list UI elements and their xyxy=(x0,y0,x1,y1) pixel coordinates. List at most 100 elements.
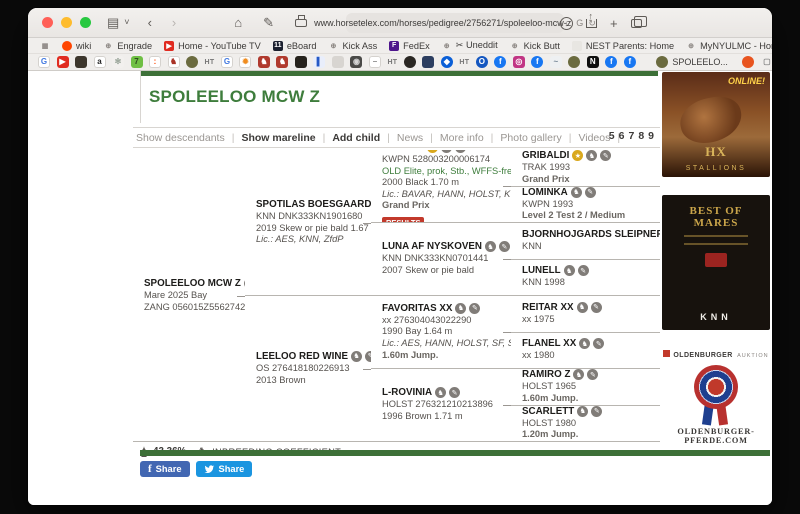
best-of-mares-ad[interactable]: BEST OF MARES KNN xyxy=(662,195,770,330)
sport-icon[interactable]: ♞ xyxy=(577,302,588,313)
address-bar[interactable]: www.horsetelex.com/horses/pedigree/27562… xyxy=(346,13,564,33)
zoom-window-button[interactable] xyxy=(80,17,91,28)
ht-favicon[interactable]: HT xyxy=(387,59,397,66)
n-favicon[interactable]: N xyxy=(587,56,599,68)
google-favicon[interactable]: G xyxy=(221,56,233,68)
bookmark-youtube-tv[interactable]: ▶Home - YouTube TV xyxy=(164,41,261,51)
nav-show-descendants[interactable]: Show descendants xyxy=(136,132,241,144)
minus-favicon[interactable]: – xyxy=(369,56,381,68)
bookmark-eboard[interactable]: 11eBoard xyxy=(273,41,317,51)
edit-icon[interactable]: ✎ xyxy=(499,241,510,252)
sport-icon[interactable]: ♞ xyxy=(577,406,588,417)
horse-link-flanel[interactable]: FLANEL XX xyxy=(522,338,576,349)
sport-icon[interactable]: ♞ xyxy=(564,265,575,276)
sport-icon[interactable]: ♞ xyxy=(485,241,496,252)
green-seven-favicon[interactable]: 7 xyxy=(131,56,143,68)
bookmark-nest-parents[interactable]: NEST Parents: Home xyxy=(572,41,674,51)
horse-link-scarlett[interactable]: SCARLETT xyxy=(522,406,574,417)
facebook-share-button[interactable]: f Share xyxy=(140,461,190,477)
tab-overview-button[interactable] xyxy=(631,19,642,28)
dark-favicon[interactable] xyxy=(295,56,307,68)
stallions-ad[interactable]: ONLINE! HX STALLIONS xyxy=(662,72,770,177)
nav-add-child[interactable]: Add child xyxy=(332,132,397,144)
home-button[interactable]: ⌂ xyxy=(234,16,242,29)
oldenburger-ad[interactable]: OLDENBURGER AUKTION OLDENBURGER- PFERDE.… xyxy=(662,342,770,450)
downloads-button[interactable]: ↓ xyxy=(560,17,573,30)
edit-icon[interactable]: ✎ xyxy=(587,369,598,380)
forward-button[interactable]: › xyxy=(172,16,176,29)
amazon-favicon[interactable]: a xyxy=(94,56,106,68)
medal-icon[interactable]: ★ xyxy=(572,150,583,161)
edit-icon[interactable]: ✎ xyxy=(585,187,596,198)
google-favicon[interactable]: G xyxy=(38,56,50,68)
generation-page-6[interactable]: 6 xyxy=(619,130,625,142)
horse-link-spotilas[interactable]: SPOTILAS BOESGAARD xyxy=(256,199,371,210)
youtube-favicon[interactable]: ▶ xyxy=(57,56,69,68)
horse-link-luna[interactable]: LUNA AF NYSKOVEN xyxy=(382,241,482,252)
gray-favicon[interactable] xyxy=(332,56,344,68)
edit-icon[interactable]: ✎ xyxy=(591,302,602,313)
sun-favicon[interactable]: ✹ xyxy=(239,56,251,68)
compose-icon[interactable]: ✎ xyxy=(263,16,274,29)
instagram-favicon[interactable]: ◎ xyxy=(513,56,525,68)
ht-favicon[interactable]: HT xyxy=(205,59,215,66)
olive-favicon[interactable] xyxy=(568,56,580,68)
nav-more-info[interactable]: More info xyxy=(440,132,501,144)
edit-icon[interactable]: ✎ xyxy=(593,338,604,349)
bookmark-fedex[interactable]: FFedEx xyxy=(389,41,430,51)
edit-icon[interactable]: ✎ xyxy=(600,150,611,161)
share-button[interactable] xyxy=(586,19,597,28)
generation-page-5[interactable]: 5 xyxy=(609,130,615,142)
minimize-window-button[interactable] xyxy=(61,17,72,28)
facebook-favicon[interactable]: f xyxy=(531,56,543,68)
sport-icon[interactable]: ♞ xyxy=(455,303,466,314)
horse-link-totilas[interactable]: TOTILAS xyxy=(382,150,424,153)
new-tab-button[interactable]: + xyxy=(610,17,618,30)
bookmark-engrade[interactable]: ⊕Engrade xyxy=(103,41,152,51)
sport-icon[interactable]: ♞ xyxy=(441,150,452,153)
window-favicon[interactable]: ▢ xyxy=(761,56,772,68)
bookmark-kick-butt[interactable]: ⊕Kick Butt xyxy=(510,41,560,51)
chase-favicon[interactable]: ◆ xyxy=(441,56,453,68)
horse-link-favoritas[interactable]: FAVORITAS XX xyxy=(382,303,452,314)
gray-bird-favicon[interactable]: ~ xyxy=(550,56,562,68)
horse-link-ramiro[interactable]: RAMIRO Z xyxy=(522,369,570,380)
sidebar-toggle-icon[interactable]: ▤ xyxy=(107,16,119,29)
facebook-favicon[interactable]: f xyxy=(494,56,506,68)
sport-icon[interactable]: ♞ xyxy=(579,338,590,349)
twitter-share-button[interactable]: Share xyxy=(196,461,253,477)
orange-favicon[interactable] xyxy=(742,56,754,68)
generation-page-8[interactable]: 8 xyxy=(638,130,644,142)
sport-icon[interactable]: ♞ xyxy=(586,150,597,161)
plant-favicon[interactable]: ✻ xyxy=(112,56,124,68)
print-button[interactable] xyxy=(295,19,307,27)
nav-show-mareline[interactable]: Show mareline xyxy=(241,132,332,144)
olive-favicon[interactable] xyxy=(186,56,198,68)
bookmark-mynyulmc[interactable]: ⊕MyNYULMC - Home xyxy=(686,41,772,51)
edit-icon[interactable]: ✎ xyxy=(455,150,466,153)
bookmark-uneddit[interactable]: ⊕✂ Uneddit xyxy=(442,40,498,51)
photo-favicon[interactable] xyxy=(75,56,87,68)
dark-blob-favicon[interactable] xyxy=(404,56,416,68)
nav-photo-gallery[interactable]: Photo gallery xyxy=(500,132,578,144)
bookmark-kick-ass[interactable]: ⊕Kick Ass xyxy=(328,41,377,51)
sport-icon[interactable]: ♞ xyxy=(351,351,362,362)
horse-link-lunell[interactable]: LUNELL xyxy=(522,265,561,276)
ht-favicon[interactable]: HT xyxy=(459,59,469,66)
edit-icon[interactable]: ✎ xyxy=(449,387,460,398)
circle-o-favicon[interactable]: O xyxy=(476,56,488,68)
url-text[interactable]: www.horsetelex.com/horses/pedigree/27562… xyxy=(314,18,571,28)
bookmark-favorites-grid[interactable]: ▦ xyxy=(40,41,50,51)
horse-link-lominka[interactable]: LOMINKA xyxy=(522,187,568,198)
horse-link-leeloo[interactable]: LEELOO RED WINE xyxy=(256,351,348,362)
bookmark-wiki[interactable]: wiki xyxy=(62,41,91,51)
camera-favicon[interactable]: ◉ xyxy=(350,56,362,68)
edit-icon[interactable]: ✎ xyxy=(578,265,589,276)
horse-link-reitar[interactable]: REITAR XX xyxy=(522,302,574,313)
navy-favicon[interactable] xyxy=(422,56,434,68)
nav-news[interactable]: News xyxy=(397,132,440,144)
horse-link-spoleeloo[interactable]: SPOLEELOO MCW Z xyxy=(144,278,241,289)
back-button[interactable]: ‹ xyxy=(148,16,152,29)
sport-icon[interactable]: ♞ xyxy=(571,187,582,198)
sport-icon[interactable]: ♞ xyxy=(435,387,446,398)
